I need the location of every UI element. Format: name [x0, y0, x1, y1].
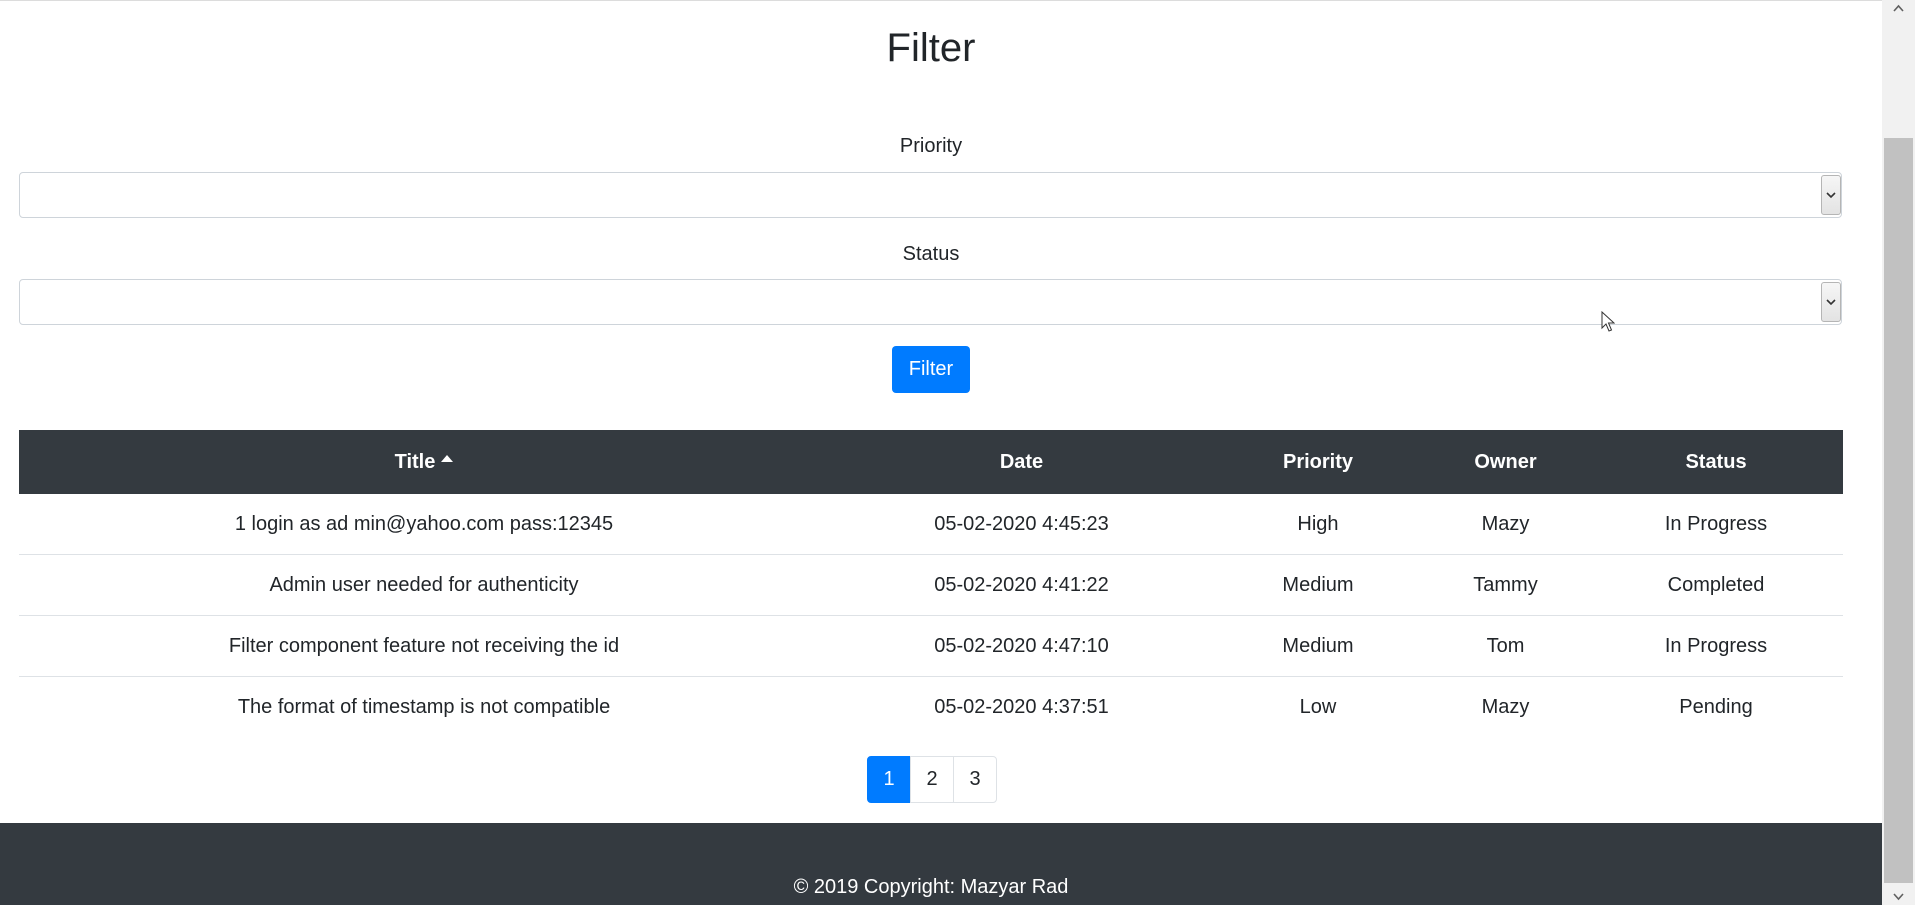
status-label: Status	[902, 243, 960, 265]
cell-owner: Tom	[1422, 615, 1589, 677]
mouse-cursor-icon	[1601, 311, 1615, 332]
cell-priority: Medium	[1214, 615, 1422, 677]
page: Filter Priority Status Filter Title Date…	[0, 0, 1915, 905]
chevron-down-icon	[1826, 299, 1836, 306]
page-link-2[interactable]: 2	[910, 756, 954, 803]
sort-asc-icon	[441, 454, 454, 462]
scroll-thumb[interactable]	[1884, 138, 1913, 883]
chevron-down-icon	[1893, 893, 1904, 901]
cell-owner: Mazy	[1481, 512, 1530, 535]
status-select[interactable]	[19, 279, 1842, 325]
column-header-owner[interactable]: Owner	[1422, 430, 1589, 494]
column-header-status[interactable]: Status	[1589, 430, 1843, 494]
cell-date: 05-02-2020 4:37:51	[829, 676, 1214, 737]
issues-table: Title Date Priority Owner Status 1 login…	[19, 430, 1843, 737]
cell-status: Pending	[1589, 676, 1843, 737]
scroll-up-arrow[interactable]	[1882, 0, 1915, 17]
chevron-down-icon	[1826, 192, 1836, 199]
pagination: 1 2 3	[867, 756, 997, 803]
page-link-3[interactable]: 3	[953, 756, 997, 803]
cell-priority: Medium	[1214, 554, 1422, 616]
page-title: Filter	[886, 26, 976, 70]
main-content: Filter Priority Status Filter Title Date…	[0, 0, 1882, 905]
cell-title: Filter component feature not receiving t…	[19, 615, 829, 677]
filter-button[interactable]: Filter	[892, 346, 970, 393]
cell-owner: Mazy	[1422, 676, 1589, 737]
priority-select-arrow[interactable]	[1821, 175, 1841, 215]
cell-status: In Progress	[1589, 615, 1843, 677]
table-row[interactable]: The format of timestamp is not compatibl…	[19, 676, 1843, 737]
priority-select[interactable]	[19, 172, 1842, 218]
cell-status: Completed	[1589, 554, 1843, 616]
cell-date: 05-02-2020 4:45:23	[934, 512, 1109, 535]
column-header-priority[interactable]: Priority	[1214, 430, 1422, 494]
chevron-up-icon	[1893, 4, 1904, 12]
footer: © 2019 Copyright: Mazyar Rad	[0, 823, 1882, 905]
column-header-title[interactable]: Title	[19, 430, 829, 494]
column-header-date[interactable]: Date	[829, 430, 1214, 494]
table-row[interactable]: Admin user needed for authenticity 05-02…	[19, 554, 1843, 616]
cell-owner: Tammy	[1422, 554, 1589, 616]
scroll-down-arrow[interactable]	[1882, 888, 1915, 905]
cell-date: 05-02-2020 4:47:10	[829, 615, 1214, 677]
footer-copyright: © 2019 Copyright: Mazyar Rad	[793, 876, 1069, 898]
priority-label: Priority	[899, 135, 963, 157]
table-header-row: Title Date Priority Owner Status	[19, 430, 1843, 494]
table-row[interactable]: 1 login as ad min@yahoo.com pass:12345 0…	[19, 494, 1843, 555]
cell-date: 05-02-2020 4:41:22	[829, 554, 1214, 616]
cell-priority: High	[1297, 512, 1339, 535]
cell-title: The format of timestamp is not compatibl…	[19, 676, 829, 737]
cell-title: 1 login as ad min@yahoo.com pass:12345	[234, 512, 614, 535]
page-link-1[interactable]: 1	[867, 756, 911, 803]
vertical-scrollbar[interactable]	[1882, 0, 1915, 905]
table-row[interactable]: Filter component feature not receiving t…	[19, 615, 1843, 677]
cell-priority: Low	[1214, 676, 1422, 737]
cell-status: In Progress	[1664, 512, 1768, 535]
status-select-arrow[interactable]	[1821, 282, 1841, 322]
cell-title: Admin user needed for authenticity	[19, 554, 829, 616]
